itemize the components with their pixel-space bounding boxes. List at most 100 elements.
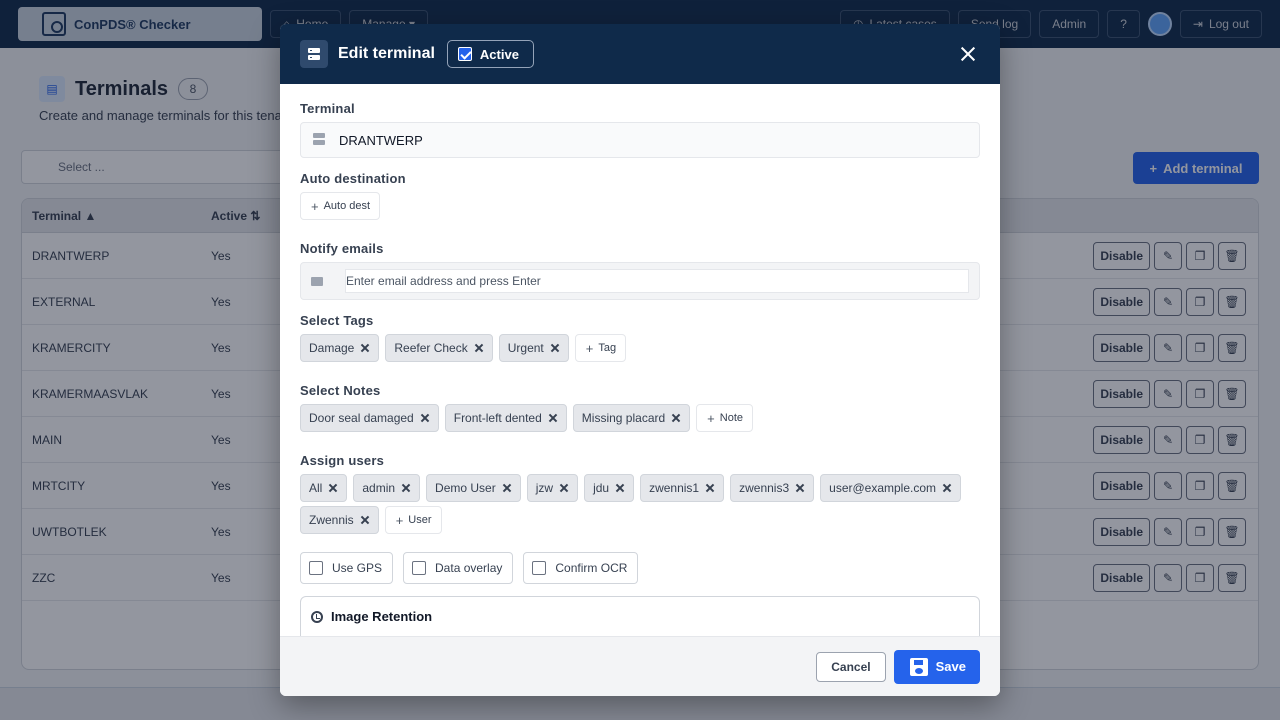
edit-terminal-dialog: Edit terminal Active Terminal DRANTWERP … (280, 24, 1000, 696)
option-label: Confirm OCR (555, 561, 628, 575)
clock-icon (311, 611, 323, 623)
user-chip-label: user@example.com (829, 481, 937, 495)
terminal-name-field[interactable]: DRANTWERP (300, 122, 980, 158)
user-chip-label: All (309, 481, 323, 495)
plus-icon: + (395, 512, 404, 528)
note-chip: Front-left dented (444, 404, 567, 432)
tag-chip-label: Reefer Check (394, 341, 468, 355)
mail-icon (311, 276, 323, 286)
checkbox-unchecked-icon[interactable] (309, 561, 323, 575)
add-user-label: User (408, 514, 432, 526)
remove-icon[interactable] (671, 413, 681, 423)
auto-destination-label: Auto destination (300, 171, 406, 186)
cancel-button[interactable]: Cancel (816, 651, 886, 682)
tag-chip: Reefer Check (385, 334, 493, 362)
remove-icon[interactable] (615, 483, 625, 493)
active-label: Active (479, 46, 519, 62)
select-notes-label: Select Notes (300, 383, 381, 398)
user-chip: admin (353, 474, 421, 502)
dialog-title: Edit terminal (338, 45, 435, 62)
note-chip-label: Door seal damaged (309, 411, 414, 425)
add-note-button[interactable]: + Note (696, 404, 754, 432)
tag-chip-label: Damage (309, 341, 355, 355)
server-icon (300, 40, 328, 68)
image-retention-section: Image Retention (300, 596, 980, 636)
note-chip-label: Missing placard (581, 411, 666, 425)
user-chip-label: jdu (593, 481, 610, 495)
save-label: Save (935, 659, 966, 674)
user-chip: jdu (584, 474, 635, 502)
dialog-footer: Cancel Save (280, 636, 1000, 696)
assign-users-label: Assign users (300, 453, 385, 468)
plus-icon: + (585, 340, 594, 356)
auto-dest-label: Auto dest (323, 200, 371, 212)
save-icon (909, 657, 928, 676)
add-user-button[interactable]: + User (384, 506, 442, 534)
user-chip-label: admin (362, 481, 396, 495)
remove-icon[interactable] (328, 483, 338, 493)
checkbox-unchecked-icon[interactable] (532, 561, 547, 575)
users-chip-row: All admin Demo User jzw jdu zwennis1 zwennis3 u… (300, 474, 980, 534)
note-chip: Door seal damaged (300, 404, 439, 432)
option-checkbox[interactable]: Confirm OCR (523, 552, 639, 584)
remove-icon[interactable] (420, 413, 430, 423)
user-chip-label: jzw (535, 481, 554, 495)
user-chip: zwennis3 (730, 474, 815, 502)
note-chip: Missing placard (572, 404, 691, 432)
options-row: Use GPS Data overlay Confirm OCR (300, 552, 639, 584)
active-checkbox[interactable]: Active (446, 40, 534, 68)
option-label: Use GPS (332, 561, 383, 575)
select-tags-label: Select Tags (300, 313, 374, 328)
dialog-body: Terminal DRANTWERP Auto destination + Aut… (280, 84, 1000, 636)
server-icon (313, 132, 325, 148)
tags-chip-row: Damage Reefer Check Urgent + Tag (300, 334, 980, 362)
user-chip-label: Zwennis (309, 513, 354, 527)
user-chip: zwennis1 (640, 474, 725, 502)
option-checkbox[interactable]: Data overlay (403, 552, 514, 584)
user-chip: All (300, 474, 348, 502)
user-chip-label: zwennis1 (649, 481, 700, 495)
notify-emails-field (300, 262, 980, 300)
plus-icon: + (707, 410, 715, 426)
option-checkbox[interactable]: Use GPS (300, 552, 394, 584)
remove-icon[interactable] (705, 483, 715, 493)
user-chip: Demo User (426, 474, 521, 502)
remove-icon[interactable] (360, 343, 370, 353)
remove-icon[interactable] (559, 483, 569, 493)
notes-chip-row: Door seal damaged Front-left dented Missin… (300, 404, 980, 432)
user-chip-label: zwennis3 (739, 481, 790, 495)
user-chip-label: Demo User (435, 481, 496, 495)
remove-icon[interactable] (474, 343, 484, 353)
close-icon[interactable] (956, 42, 980, 66)
remove-icon[interactable] (550, 343, 560, 353)
plus-icon: + (311, 198, 319, 214)
remove-icon[interactable] (942, 483, 952, 493)
tag-chip: Urgent (498, 334, 569, 362)
user-chip: Zwennis (300, 506, 379, 534)
add-auto-dest-button[interactable]: + Auto dest (300, 192, 381, 220)
image-retention-title: Image Retention (331, 609, 433, 624)
add-note-label: Note (719, 412, 744, 424)
save-button[interactable]: Save (893, 649, 980, 684)
add-tag-label: Tag (598, 342, 617, 354)
checkbox-checked-icon[interactable] (457, 47, 472, 61)
add-tag-button[interactable]: + Tag (574, 334, 627, 362)
note-chip-label: Front-left dented (453, 411, 542, 425)
remove-icon[interactable] (548, 413, 558, 423)
notify-emails-label: Notify emails (300, 241, 384, 256)
auto-destination-wrap: + Auto dest (300, 192, 381, 220)
email-input[interactable] (345, 269, 969, 293)
dialog-header: Edit terminal Active (280, 24, 1000, 84)
terminal-label: Terminal (300, 101, 355, 116)
remove-icon[interactable] (795, 483, 805, 493)
checkbox-unchecked-icon[interactable] (412, 561, 427, 575)
tag-chip-label: Urgent (507, 341, 544, 355)
terminal-name-value: DRANTWERP (339, 132, 423, 148)
remove-icon[interactable] (360, 515, 370, 525)
remove-icon[interactable] (502, 483, 512, 493)
tag-chip: Damage (300, 334, 380, 362)
option-label: Data overlay (435, 561, 503, 575)
remove-icon[interactable] (401, 483, 411, 493)
user-chip: jzw (526, 474, 579, 502)
user-chip: user@example.com (820, 474, 962, 502)
